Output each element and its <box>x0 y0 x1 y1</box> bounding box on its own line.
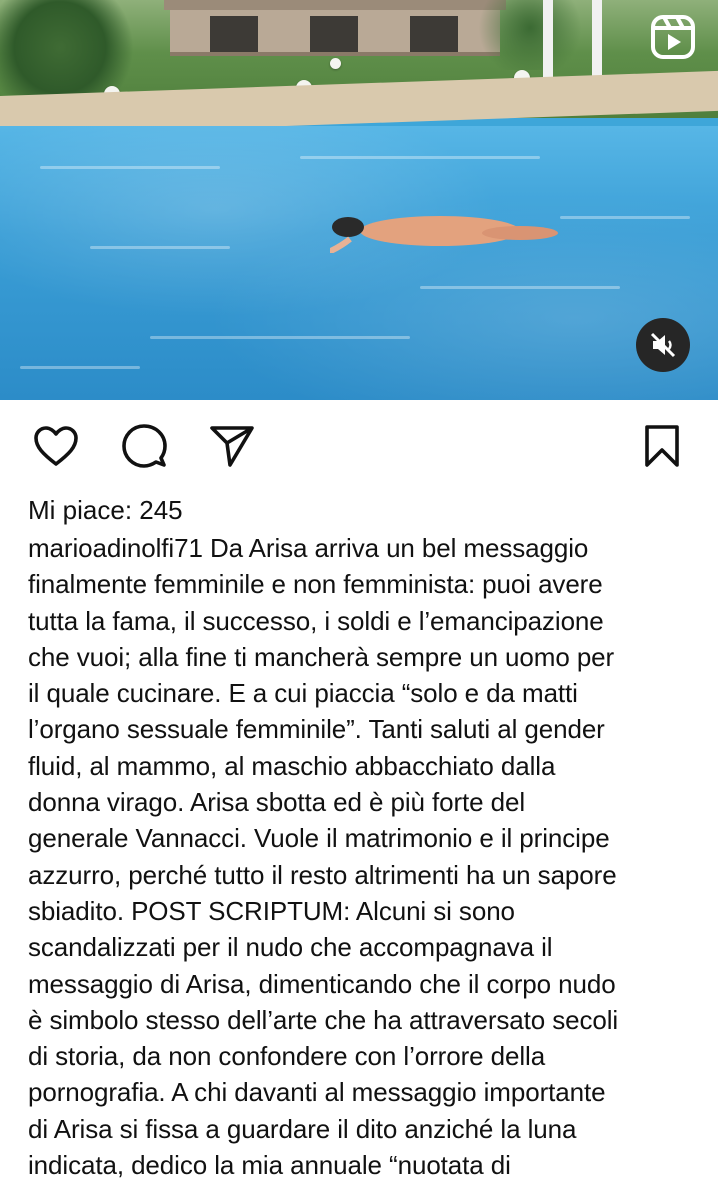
comment-button[interactable] <box>120 422 168 470</box>
caption-line: il quale cucinare. E a cui piaccia “solo… <box>28 678 578 709</box>
comment-icon <box>122 424 167 468</box>
post-actions <box>0 400 718 492</box>
muted-speaker-icon <box>650 332 676 358</box>
caption-line: indicata, dedico la mia annuale “nuotata… <box>28 1150 511 1181</box>
caption-username[interactable]: marioadinolfi71 <box>28 533 203 563</box>
caption-line: di storia, da non confondere con l’orror… <box>28 1041 546 1072</box>
post-caption: marioadinolfi71 Da Arisa arriva un bel m… <box>28 530 690 1183</box>
reels-icon[interactable] <box>650 14 696 60</box>
caption-line: l’organo sessuale femminile”. Tanti salu… <box>28 714 605 745</box>
garden-light <box>330 58 341 69</box>
caption-line: pornografia. A chi davanti al messaggio … <box>28 1077 606 1108</box>
send-icon <box>210 426 254 467</box>
caption-line: finalmente femminile e non femminista: p… <box>28 569 603 600</box>
caption-line: sbiadito. POST SCRIPTUM: Alcuni si sono <box>28 895 515 926</box>
likes-count[interactable]: Mi piace: 245 <box>28 492 690 528</box>
like-button[interactable] <box>32 422 80 470</box>
background-tree <box>0 0 150 95</box>
swimmer <box>330 216 558 253</box>
background-tree <box>470 0 590 70</box>
caption-line: generale Vannacci. Vuole il matrimonio e… <box>28 823 610 854</box>
caption-line: Da Arisa arriva un bel messaggio <box>202 533 589 563</box>
mute-button[interactable] <box>636 318 690 372</box>
heart-icon <box>34 426 78 466</box>
share-button[interactable] <box>208 422 256 470</box>
pool-water <box>0 126 718 400</box>
caption-line: di Arisa si fissa a guardare il dito anz… <box>28 1113 577 1144</box>
background-house <box>164 0 506 56</box>
caption-line: è simbolo stesso dell’arte che ha attrav… <box>28 1004 619 1035</box>
bookmark-icon <box>645 425 679 467</box>
caption-line: azzurro, perché tutto il resto altriment… <box>28 859 617 890</box>
caption-line: fluid, al mammo, al maschio abbacchiato … <box>28 750 556 781</box>
caption-line: che vuoi; alla fine ti mancherà sempre u… <box>28 641 615 672</box>
reel-video[interactable] <box>0 0 718 400</box>
save-button[interactable] <box>638 422 686 470</box>
caption-line: tutta la fama, il successo, i soldi e l’… <box>28 605 604 636</box>
caption-line: scandalizzati per il nudo che accompagna… <box>28 932 553 963</box>
caption-line: messaggio di Arisa, dimenticando che il … <box>28 968 616 999</box>
caption-line: donna virago. Arisa sbotta ed è più fort… <box>28 787 526 818</box>
